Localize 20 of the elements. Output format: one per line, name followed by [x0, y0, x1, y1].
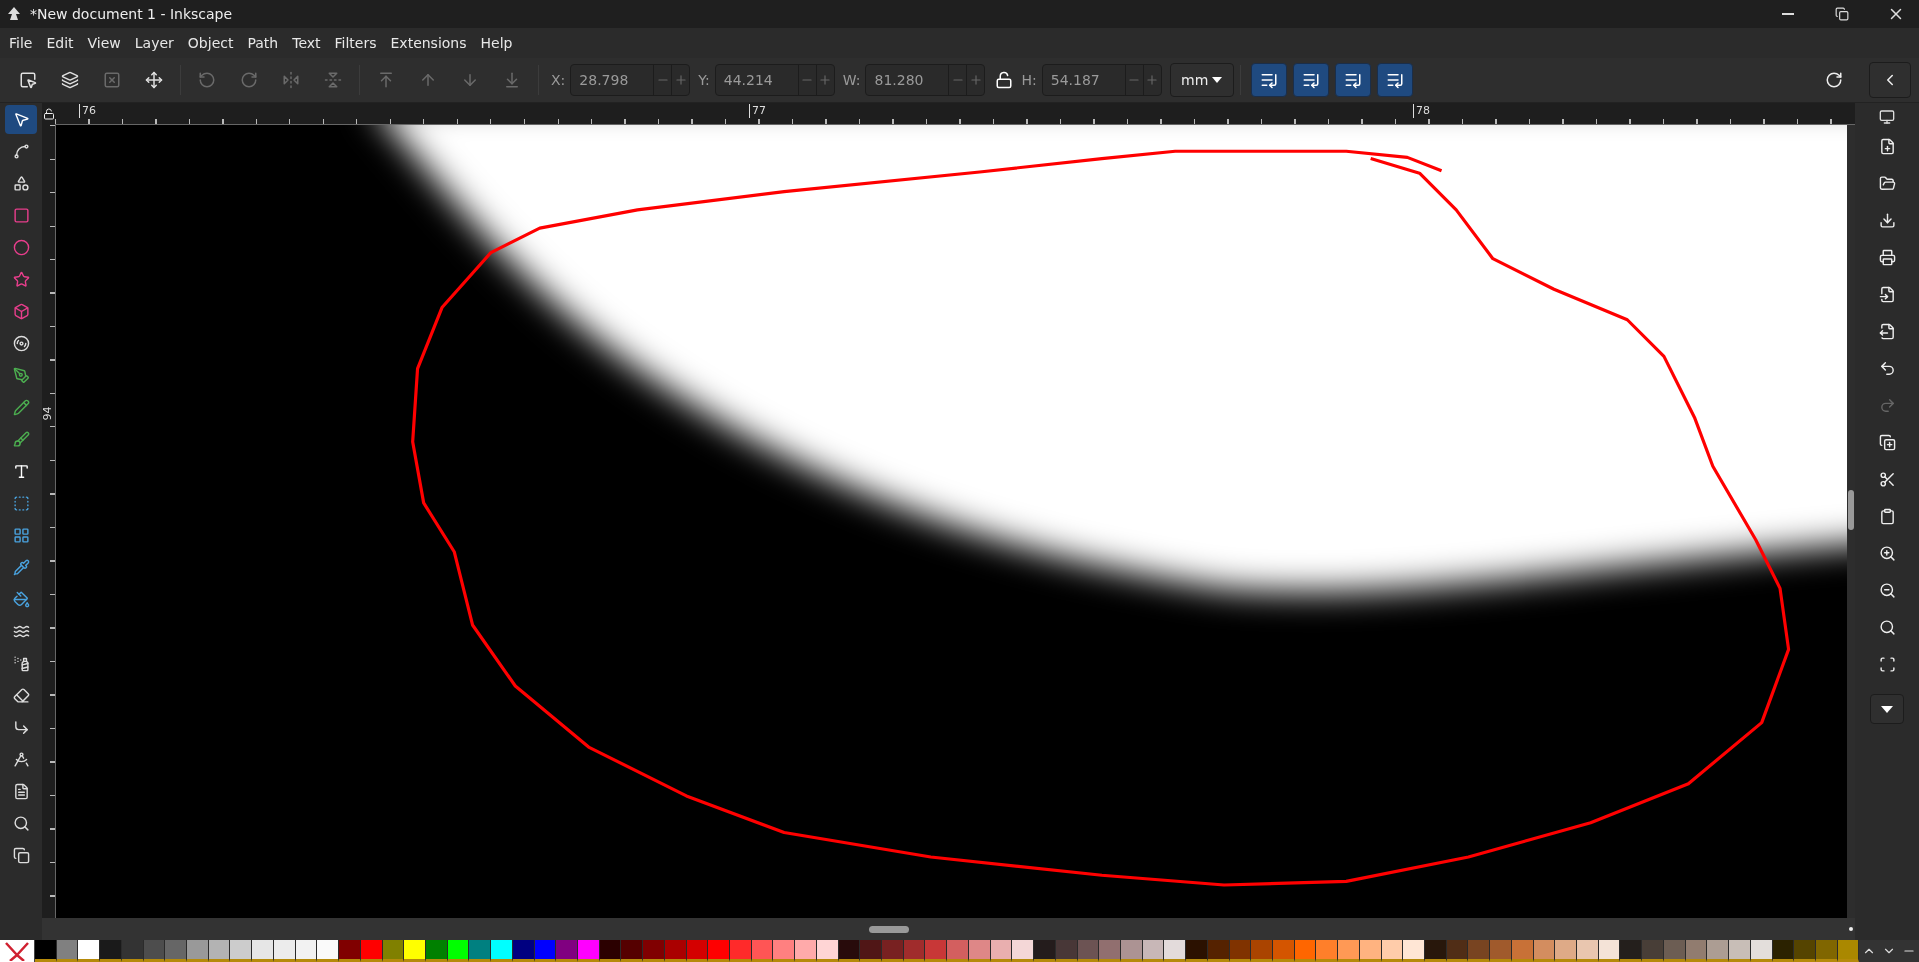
ruler-label: 94: [40, 406, 54, 421]
field-label: H:: [1021, 72, 1037, 88]
menu-item[interactable]: File: [2, 31, 40, 55]
menu-item[interactable]: Edit: [39, 31, 81, 55]
menu-item[interactable]: View: [80, 31, 128, 55]
ruler-label: 76: [79, 104, 96, 118]
field-label: Y:: [698, 72, 710, 88]
menu-item[interactable]: Help: [473, 31, 520, 55]
menu-item[interactable]: Text: [285, 31, 328, 55]
ruler-label: 78: [1413, 104, 1430, 118]
menu-item[interactable]: Path: [240, 31, 286, 55]
menu-item[interactable]: Filters: [327, 31, 384, 55]
field-label: W:: [842, 72, 861, 88]
unit-dropdown[interactable]: mm: [1169, 63, 1234, 97]
menu-item[interactable]: Object: [180, 31, 241, 55]
menu-item[interactable]: Layer: [127, 31, 181, 55]
field-label: X:: [551, 72, 566, 88]
menu-item[interactable]: Extensions: [383, 31, 474, 55]
window-title: *New document 1 - Inkscape: [30, 6, 234, 22]
ruler-label: 77: [749, 104, 766, 118]
